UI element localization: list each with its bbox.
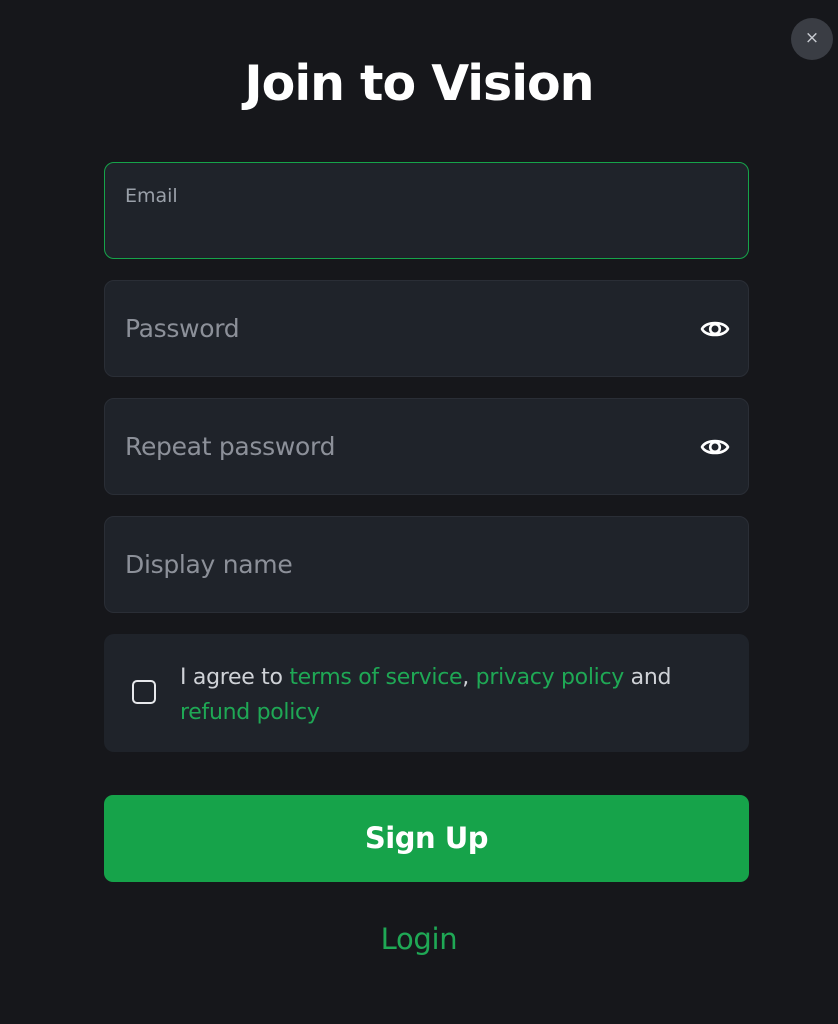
agreement-conjunction: and <box>630 665 672 690</box>
refund-policy-link[interactable]: refund policy <box>180 700 320 725</box>
display-name-field[interactable]: Display name <box>104 516 749 613</box>
email-field[interactable]: Email <box>104 162 749 259</box>
sign-up-button[interactable]: Sign Up <box>104 795 749 882</box>
agreement-separator: , <box>462 665 469 690</box>
privacy-policy-link[interactable]: privacy policy <box>476 665 625 690</box>
agree-checkbox[interactable] <box>132 680 156 704</box>
page-title: Join to Vision <box>244 55 594 112</box>
password-placeholder: Password <box>125 314 240 343</box>
eye-icon[interactable] <box>700 314 730 344</box>
eye-icon[interactable] <box>700 432 730 462</box>
email-label: Email <box>125 185 178 207</box>
close-button[interactable]: × <box>791 18 833 60</box>
repeat-password-placeholder: Repeat password <box>125 432 336 461</box>
login-link[interactable]: Login <box>0 922 838 956</box>
close-icon: × <box>804 28 820 48</box>
agreement-text: I agree to terms of service, privacy pol… <box>180 660 710 730</box>
agreement-prefix: I agree to <box>180 665 290 690</box>
display-name-placeholder: Display name <box>125 550 293 579</box>
terms-of-service-link[interactable]: terms of service <box>289 665 462 690</box>
password-field[interactable]: Password <box>104 280 749 377</box>
repeat-password-field[interactable]: Repeat password <box>104 398 749 495</box>
agreement-box: I agree to terms of service, privacy pol… <box>104 634 749 752</box>
